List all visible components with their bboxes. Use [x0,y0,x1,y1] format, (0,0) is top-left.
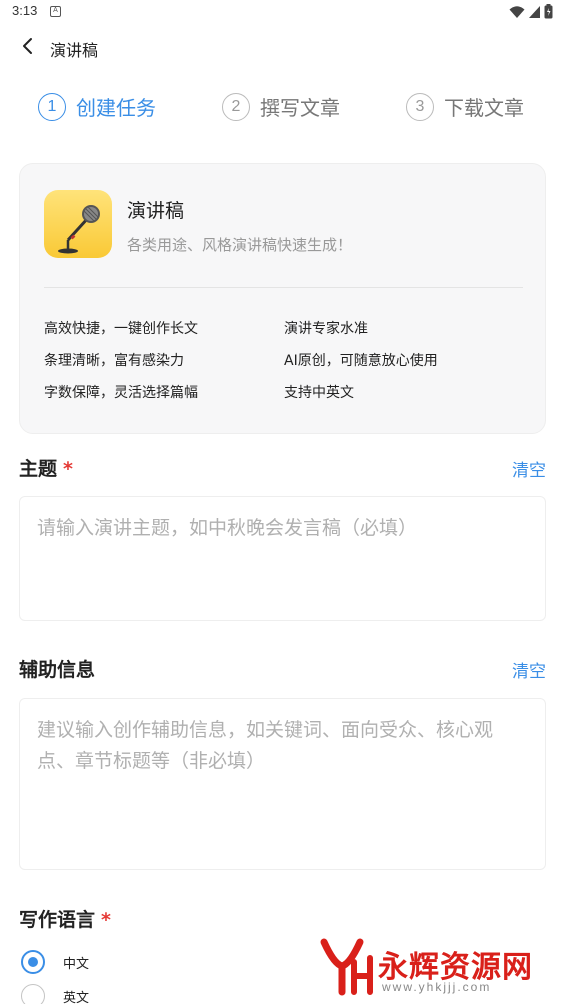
step-number: 2 [222,92,250,121]
topic-input[interactable] [20,497,545,620]
step-label: 撰写文章 [260,96,340,120]
required-mark: * [101,909,111,931]
radio-label: 英文 [63,990,90,1004]
card-subtitle: 各类用途、风格演讲稿快速生成！ [127,236,353,254]
topic-input-box [19,496,546,621]
topic-label: 主题 * [19,454,73,481]
divider [44,287,523,288]
step-label: 下载文章 [444,96,524,120]
watermark: 永辉资源网 www.yhkjjj.com [318,936,548,1000]
template-info-card: 演讲稿 各类用途、风格演讲稿快速生成！ 高效快捷，一键创作长文 演讲专家水准 条… [19,163,546,434]
required-mark: * [63,458,73,480]
aux-info-input-box [19,698,546,870]
radio-label: 中文 [63,956,90,972]
feature-item: 条理清晰，富有感染力 [44,353,184,369]
signal-icon [529,5,540,18]
language-option-chinese[interactable]: 中文 [21,950,89,974]
feature-item: AI原创，可随意放心使用 [284,353,438,369]
step-indicator: 1 创建任务 2 撰写文章 3 下载文章 [0,92,565,126]
aux-info-label-text: 辅助信息 [19,659,96,681]
step-write-article[interactable]: 2 撰写文章 [222,92,340,121]
watermark-url: www.yhkjjj.com [382,980,492,994]
feature-item: 字数保障，灵活选择篇幅 [44,385,198,401]
top-nav-bar: 演讲稿 [0,24,565,70]
radio-unchecked-icon[interactable] [21,984,45,1004]
battery-icon [544,4,553,19]
back-arrow-icon[interactable] [16,34,40,58]
page-title: 演讲稿 [50,41,99,60]
status-time: 3:13 [12,3,38,18]
step-number: 1 [38,92,66,121]
aux-info-clear-button[interactable]: 清空 [512,657,546,682]
status-icons [509,4,553,19]
step-download-article[interactable]: 3 下载文章 [406,92,524,121]
feature-item: 高效快捷，一键创作长文 [44,321,198,337]
notification-icon: A [50,6,61,17]
language-label-text: 写作语言 [19,909,96,931]
feature-item: 支持中英文 [284,385,354,401]
wifi-icon [509,5,525,18]
step-create-task[interactable]: 1 创建任务 [38,92,156,121]
microphone-icon [44,190,112,258]
topic-clear-button[interactable]: 清空 [512,456,546,481]
topic-label-text: 主题 [19,458,58,480]
aux-info-label: 辅助信息 [19,655,95,682]
status-bar: 3:13 A [0,0,565,24]
step-number: 3 [406,92,434,121]
radio-checked-icon[interactable] [21,950,45,974]
step-label: 创建任务 [76,96,156,120]
feature-item: 演讲专家水准 [284,321,368,337]
language-label: 写作语言 * [19,905,111,932]
card-title: 演讲稿 [127,200,185,222]
language-option-english[interactable]: 英文 [21,984,89,1004]
watermark-logo-icon [320,938,373,996]
aux-info-input[interactable] [20,699,545,869]
